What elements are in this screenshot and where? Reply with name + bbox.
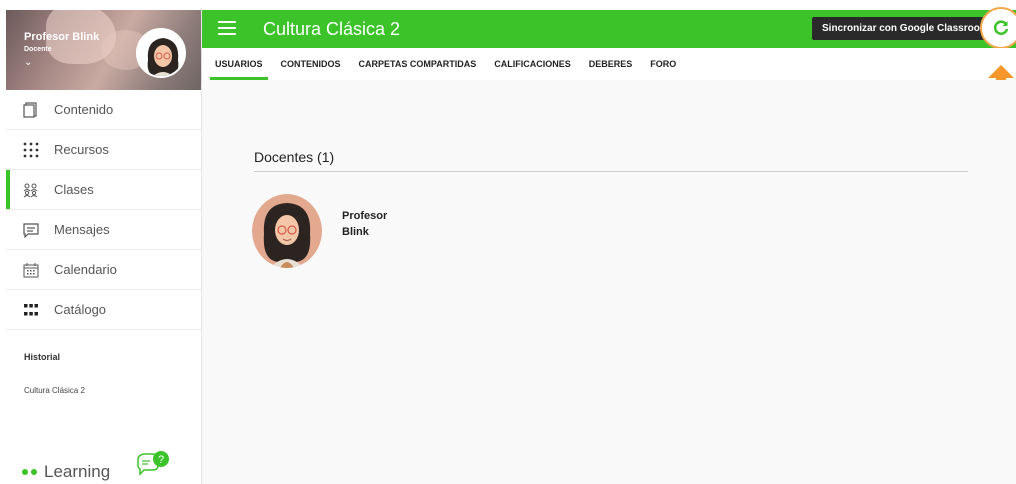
chevron-down-icon[interactable]: ⌄ [24,57,32,68]
apps-icon [22,301,40,319]
sidebar-item-label: Clases [54,182,94,197]
sidebar-nav: Contenido Recursos Clases Mensajes Calen… [6,90,201,330]
message-icon [22,221,40,239]
teacher-name[interactable]: Profesor Blink [342,208,387,240]
document-icon [22,101,40,119]
sidebar-item-label: Mensajes [54,222,110,237]
sidebar-item-mensajes[interactable]: Mensajes [6,210,201,250]
tab-usuarios[interactable]: USUARIOS [206,48,272,80]
sidebar-item-label: Calendario [54,262,117,277]
sidebar-item-label: Catálogo [54,302,107,317]
teacher-avatar[interactable] [252,194,322,268]
brand-logo: Learning [22,462,110,482]
refresh-icon [993,20,1009,35]
sync-button[interactable] [980,7,1016,49]
tab-calificaciones[interactable]: CALIFICACIONES [485,48,580,80]
brand-dot [22,469,28,475]
history-title: Historial [24,352,61,362]
tab-contenidos[interactable]: CONTENIDOS [272,48,350,80]
sidebar-item-catalogo[interactable]: Catálogo [6,290,201,330]
tab-deberes[interactable]: DEBERES [580,48,642,80]
sidebar-item-recursos[interactable]: Recursos [6,130,201,170]
teacher-first-name: Profesor [342,210,388,222]
brand-dot [31,469,37,475]
profile-header[interactable]: Profesor Blink Docente ⌄ [6,10,201,90]
sidebar-item-contenido[interactable]: Contenido [6,90,201,130]
tab-carpetas-compartidas[interactable]: CARPETAS COMPARTIDAS [350,48,486,80]
help-chat-icon[interactable]: ? [136,450,172,478]
sidebar: Profesor Blink Docente ⌄ Contenido Recur… [6,10,202,484]
profile-name: Profesor Blink [24,31,100,43]
calendar-icon [22,261,40,279]
svg-text:?: ? [158,454,164,466]
sidebar-item-label: Contenido [54,102,114,117]
section-title-docentes: Docentes (1) [254,149,335,165]
sidebar-item-calendario[interactable]: Calendario [6,250,201,290]
sidebar-item-clases[interactable]: Clases [6,170,201,210]
tab-bar: USUARIOS CONTENIDOS CARPETAS COMPARTIDAS… [202,48,1016,80]
tab-foro[interactable]: FORO [641,48,685,80]
profile-role: Docente [24,46,52,53]
avatar [136,28,186,78]
teacher-last-name: Blink [342,226,369,238]
sync-google-classroom-tooltip: Sincronizar con Google Classroom [812,17,1005,40]
sidebar-item-label: Recursos [54,142,109,157]
hamburger-menu-icon[interactable] [218,21,236,35]
people-icon [22,181,40,199]
grid-dots-icon [22,141,40,159]
page-title: Cultura Clásica 2 [263,19,401,39]
divider [254,171,968,172]
top-bar: Cultura Clásica 2 Sincronizar con Google… [202,7,1016,49]
brand-name: Learning [44,462,111,481]
history-item[interactable]: Cultura Clásica 2 [24,386,85,395]
app-root: Profesor Blink Docente ⌄ Contenido Recur… [0,0,1016,484]
main-content: Docentes (1) Profesor Blink [202,80,1016,484]
